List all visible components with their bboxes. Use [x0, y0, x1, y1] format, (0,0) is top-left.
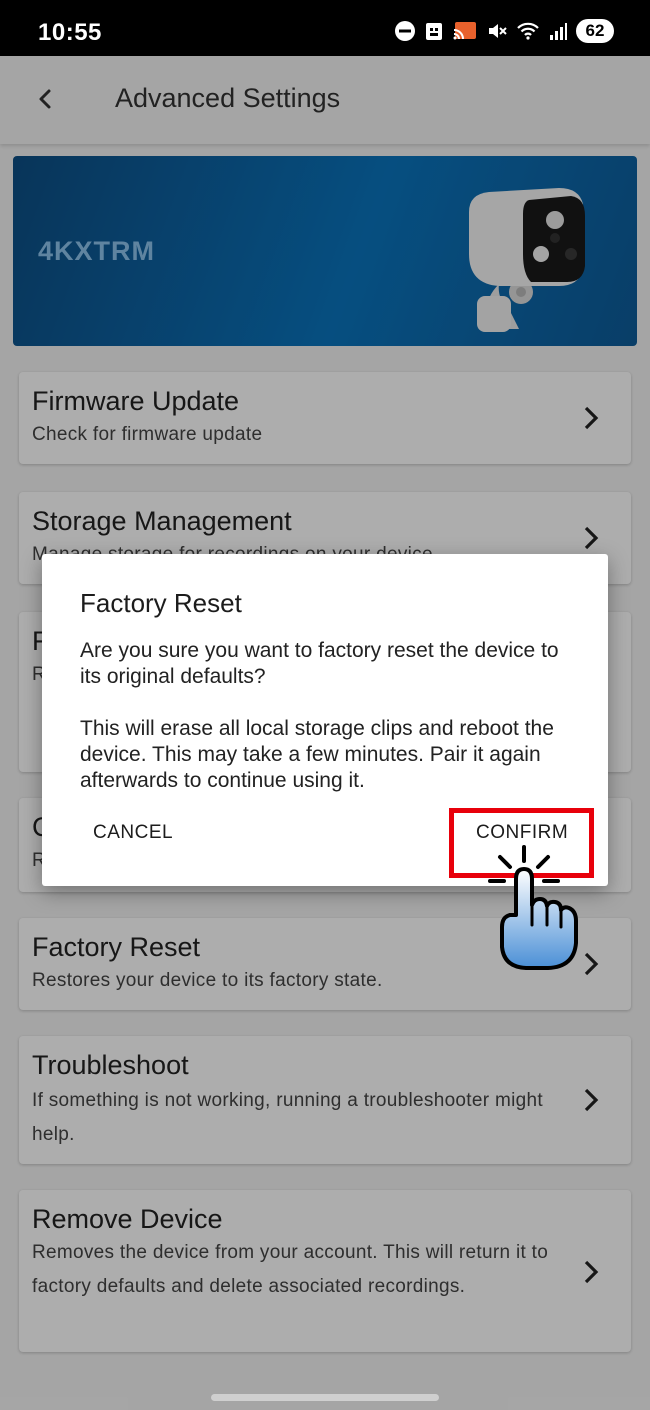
battery-indicator: 62 — [576, 19, 614, 43]
tap-hand-icon — [488, 845, 578, 970]
status-icons: 62 — [394, 18, 614, 44]
cast-icon — [453, 22, 476, 40]
signal-icon — [550, 23, 567, 40]
status-bar: 10:55 62 — [0, 0, 650, 56]
factory-reset-dialog: Factory Reset Are you sure you want to f… — [42, 554, 608, 886]
cancel-button[interactable]: CANCEL — [93, 822, 173, 844]
status-time: 10:55 — [38, 19, 102, 46]
dialog-message-line-1: Are you sure you want to factory reset t… — [80, 639, 559, 688]
home-indicator[interactable] — [211, 1394, 439, 1401]
dialog-title: Factory Reset — [80, 588, 242, 618]
dialog-message: Are you sure you want to factory reset t… — [80, 638, 580, 794]
notification-icon — [426, 23, 442, 40]
mute-icon — [489, 24, 507, 38]
dnd-icon — [395, 21, 415, 41]
confirm-button[interactable]: CONFIRM — [476, 822, 568, 844]
dialog-message-line-2: This will erase all local storage clips … — [80, 717, 554, 792]
wifi-icon — [517, 22, 539, 40]
